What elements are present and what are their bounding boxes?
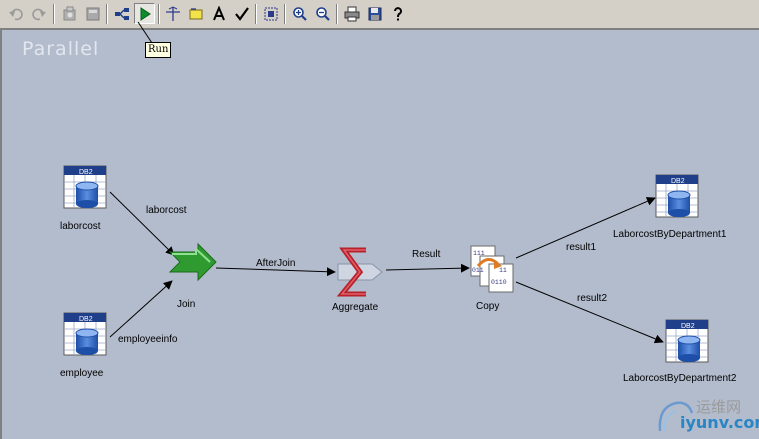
watermark: 运维网 iyunv.com bbox=[654, 395, 759, 439]
link-label-result: Result bbox=[412, 249, 441, 260]
db2-badge: DB2 bbox=[681, 323, 695, 330]
svg-text:11: 11 bbox=[499, 267, 507, 274]
link-result[interactable] bbox=[385, 263, 470, 273]
db2-badge: DB2 bbox=[79, 169, 93, 176]
join-arrow-icon bbox=[168, 242, 217, 282]
stage-join[interactable]: Join bbox=[168, 242, 217, 310]
stage-label-laborcostbydepartment1: LaborcostByDepartment1 bbox=[613, 229, 727, 240]
stage-label-laborcostbydepartment2: LaborcostByDepartment2 bbox=[623, 373, 737, 384]
stage-copy[interactable]: 111 011 11 0110 Copy bbox=[470, 245, 514, 312]
stage-employee-source[interactable]: DB2 employee bbox=[60, 312, 107, 379]
link-label-afterjoin: AfterJoin bbox=[256, 258, 295, 269]
sigma-aggregate-icon bbox=[336, 247, 383, 297]
svg-text:0110: 0110 bbox=[491, 279, 507, 286]
stage-laborcostbydepartment1-target[interactable]: DB2 LaborcostByDepartment1 bbox=[613, 174, 727, 240]
svg-text:111: 111 bbox=[473, 250, 485, 257]
watermark-line2: iyunv.com bbox=[680, 413, 759, 432]
link-label-employeeinfo: employeeinfo bbox=[118, 334, 178, 345]
stage-aggregate[interactable]: Aggregate bbox=[332, 247, 383, 313]
copy-files-icon: 111 011 11 0110 bbox=[470, 245, 514, 293]
link-label-laborcost: laborcost bbox=[146, 205, 187, 216]
link-employeeinfo[interactable] bbox=[109, 280, 173, 338]
db2-badge: DB2 bbox=[79, 316, 93, 323]
svg-text:011: 011 bbox=[472, 267, 484, 274]
link-label-result1: result1 bbox=[566, 242, 596, 253]
link-label-result2: result2 bbox=[577, 293, 607, 304]
job-diagram: laborcost employeeinfo AfterJoin Result … bbox=[60, 21, 737, 384]
stage-laborcost-source[interactable]: DB2 laborcost bbox=[60, 165, 107, 232]
link-result2[interactable] bbox=[515, 281, 664, 344]
link-laborcost[interactable] bbox=[109, 191, 175, 256]
db2-badge: DB2 bbox=[671, 178, 685, 185]
tooltip-pointer bbox=[137, 21, 153, 44]
stage-label-employee: employee bbox=[60, 368, 104, 379]
stage-label-aggregate: Aggregate bbox=[332, 302, 379, 313]
stage-laborcostbydepartment2-target[interactable]: DB2 LaborcostByDepartment2 bbox=[623, 319, 737, 384]
stage-label-join: Join bbox=[177, 299, 195, 310]
run-tooltip: Run bbox=[145, 42, 172, 58]
stage-label-copy: Copy bbox=[476, 301, 499, 312]
stage-label-laborcost: laborcost bbox=[60, 221, 101, 232]
